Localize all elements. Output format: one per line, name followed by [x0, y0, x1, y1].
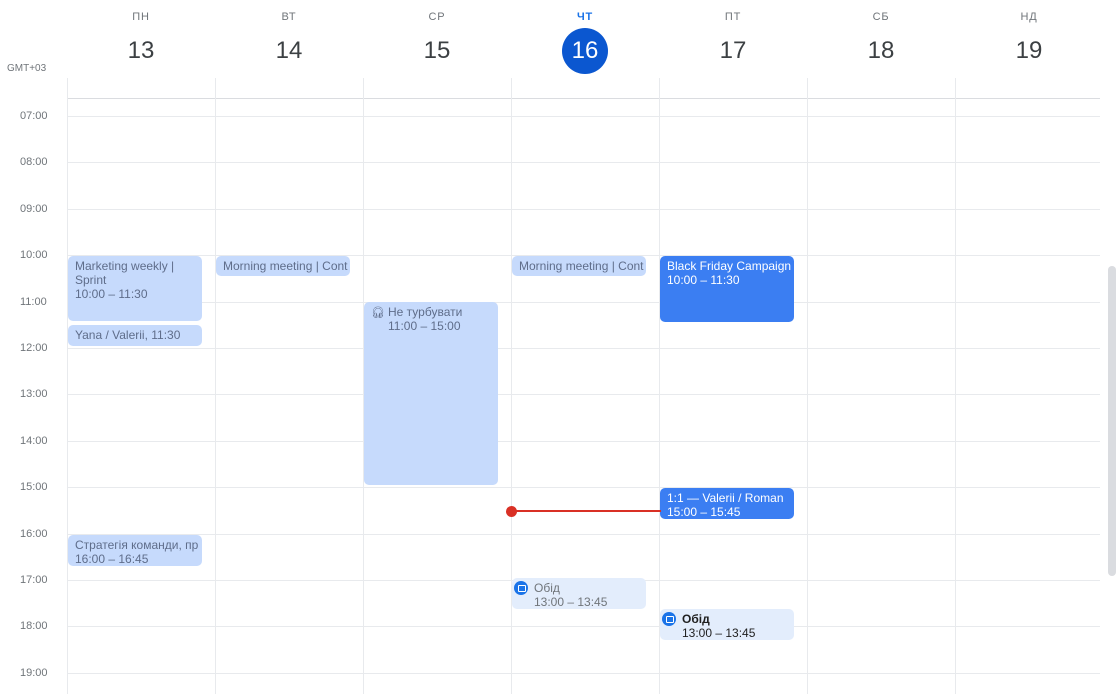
day-number[interactable]: 13	[118, 28, 164, 74]
event-title: Black Friday Campaign	[667, 259, 792, 273]
hour-line	[67, 116, 1100, 117]
event-time: 15:00 – 15:45	[667, 505, 741, 519]
hour-label: 15:00	[20, 481, 48, 493]
hour-line	[67, 162, 1100, 163]
hour-label: 18:00	[20, 620, 48, 632]
event-marketing-weekly[interactable]: Marketing weekly | Sprint 10:00 – 11:30	[68, 256, 202, 321]
column-divider	[955, 78, 956, 694]
event-time: 10:00 – 11:30	[75, 287, 148, 301]
hour-label: 13:00	[20, 388, 48, 400]
event-do-not-disturb[interactable]: 🎧︎ Не турбувати 11:00 – 15:00	[364, 302, 498, 485]
day-name: СБ	[872, 11, 890, 23]
calendar-week-view: ПН 13 ВТ 14 СР 15 ЧТ 16 ПТ 17 СБ 18 НД 1…	[0, 0, 1120, 694]
vertical-scrollbar[interactable]	[1108, 266, 1116, 576]
hour-label: 12:00	[20, 342, 48, 354]
calendar-icon	[662, 612, 676, 626]
hour-label: 16:00	[20, 528, 48, 540]
headphones-icon: 🎧︎	[371, 307, 385, 319]
day-number[interactable]: 19	[1006, 28, 1052, 74]
day-header-mon[interactable]: ПН 13	[67, 0, 215, 98]
day-name: ВТ	[281, 11, 297, 23]
day-header-tue[interactable]: ВТ 14	[215, 0, 363, 98]
hour-line	[67, 209, 1100, 210]
event-time: 13:00 – 13:45	[682, 626, 756, 640]
event-title: Обід	[534, 581, 560, 595]
hour-line	[67, 626, 1100, 627]
day-number-today[interactable]: 16	[562, 28, 608, 74]
event-black-friday-campaign[interactable]: Black Friday Campaign 10:00 – 11:30	[660, 256, 794, 322]
day-number[interactable]: 18	[858, 28, 904, 74]
event-one-on-one[interactable]: 1:1 — Valerii / Roman 15:00 – 15:45	[660, 488, 794, 519]
event-yana-valerii[interactable]: Yana / Valerii, 11:30	[68, 325, 202, 346]
hour-line	[67, 348, 1100, 349]
event-title: Morning meeting | Cont	[223, 259, 348, 273]
hour-line	[67, 487, 1100, 488]
event-lunch[interactable]: Обід 13:00 – 13:45	[512, 578, 646, 609]
day-header-thu-today[interactable]: ЧТ 16	[511, 0, 659, 98]
event-time: 10:00 – 11:30	[667, 273, 740, 287]
day-name: ПТ	[724, 11, 742, 23]
event-title: Yana / Valerii, 11:30	[75, 328, 181, 342]
column-divider	[67, 78, 68, 694]
day-number[interactable]: 15	[414, 28, 460, 74]
event-morning-meeting[interactable]: Morning meeting | Cont	[512, 256, 646, 276]
day-name: НД	[1020, 11, 1038, 23]
hour-line	[67, 534, 1100, 535]
day-number[interactable]: 17	[710, 28, 756, 74]
hour-label: 10:00	[20, 249, 48, 261]
column-divider	[659, 78, 660, 694]
day-header-sat[interactable]: СБ 18	[807, 0, 955, 98]
event-team-strategy[interactable]: Стратегія команди, пр 16:00 – 16:45	[68, 535, 202, 566]
hour-label: 19:00	[20, 667, 48, 679]
event-title: 1:1 — Valerii / Roman	[667, 491, 784, 505]
hour-label: 17:00	[20, 574, 48, 586]
hour-label: 07:00	[20, 110, 48, 122]
day-header-sun[interactable]: НД 19	[955, 0, 1103, 98]
hour-label: 14:00	[20, 435, 48, 447]
event-title: Обід	[682, 612, 710, 626]
calendar-icon	[514, 581, 528, 595]
day-number[interactable]: 14	[266, 28, 312, 74]
event-lunch[interactable]: Обід 13:00 – 13:45	[660, 609, 794, 640]
day-name: СР	[428, 11, 446, 23]
event-time: 11:00 – 15:00	[388, 319, 461, 333]
event-title: Marketing weekly | Sprint	[75, 259, 175, 287]
day-header-fri[interactable]: ПТ 17	[659, 0, 807, 98]
event-title: Morning meeting | Cont	[519, 259, 644, 273]
event-title: Стратегія команди, пр	[75, 538, 199, 552]
column-divider	[215, 78, 216, 694]
current-time-dot	[506, 506, 517, 517]
event-morning-meeting[interactable]: Morning meeting | Cont	[216, 256, 350, 276]
header-divider	[67, 98, 1100, 99]
hour-line	[67, 394, 1100, 395]
event-time: 13:00 – 13:45	[534, 595, 608, 609]
column-divider	[807, 78, 808, 694]
hour-line	[67, 673, 1100, 674]
hour-line	[67, 441, 1100, 442]
day-name: ЧТ	[576, 11, 594, 23]
day-name: ПН	[132, 11, 150, 23]
timezone-label: GMT+03	[7, 63, 47, 74]
hour-label: 11:00	[20, 296, 47, 308]
hour-line	[67, 302, 1100, 303]
current-time-line	[511, 510, 661, 512]
hour-label: 08:00	[20, 156, 48, 168]
event-title: Не турбувати	[388, 305, 463, 319]
day-header-wed[interactable]: СР 15	[363, 0, 511, 98]
hour-label: 09:00	[20, 203, 48, 215]
event-time: 16:00 – 16:45	[75, 552, 149, 566]
